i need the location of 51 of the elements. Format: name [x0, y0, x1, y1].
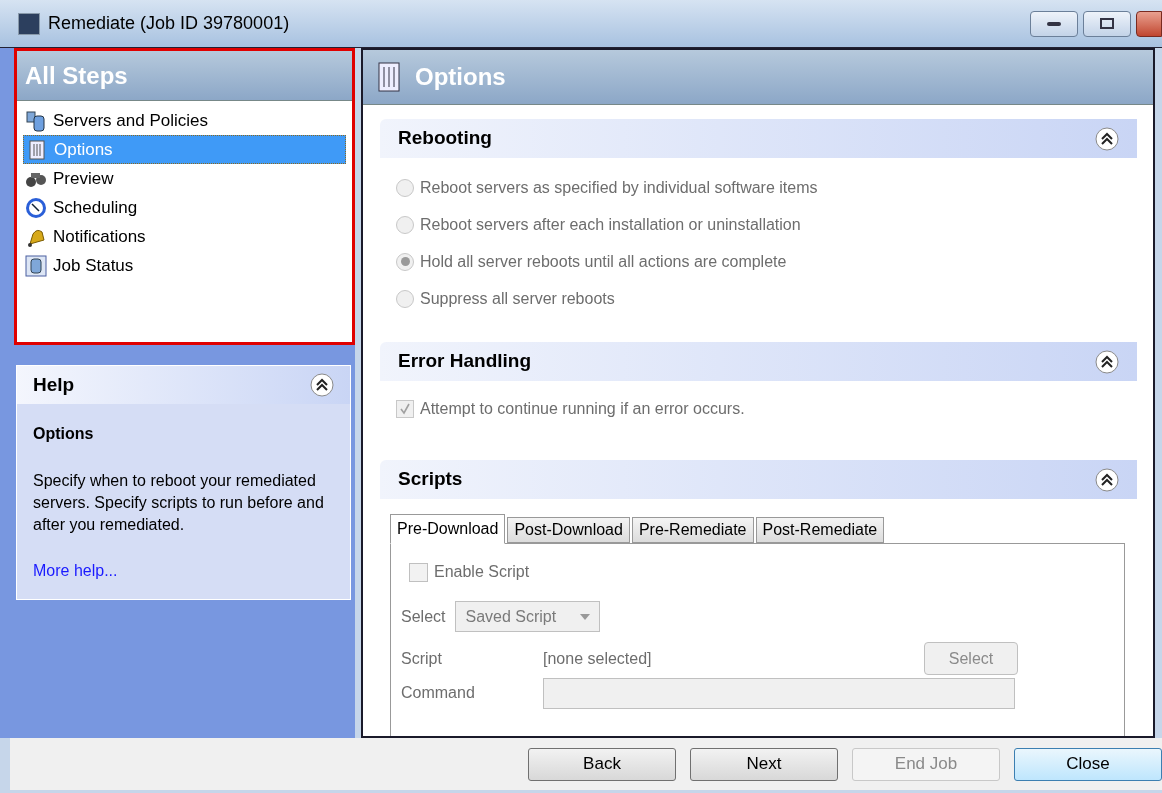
section-title: Rebooting: [398, 126, 492, 151]
checkbox-label: Enable Script: [434, 562, 530, 582]
collapse-icon[interactable]: [310, 373, 334, 397]
command-field[interactable]: [543, 677, 1015, 709]
script-tab[interactable]: Pre-Download: [390, 514, 506, 544]
step-item[interactable]: Notifications: [23, 222, 346, 251]
window-title: Remediate (Job ID 39780001): [48, 12, 290, 35]
collapse-icon[interactable]: [1095, 349, 1119, 374]
script-tab[interactable]: Pre-Remediate: [631, 517, 754, 543]
radio-label: Reboot servers as specified by individual software items: [420, 177, 818, 198]
server-icon: [25, 254, 47, 277]
app-icon: [18, 12, 40, 35]
sliders-icon: [26, 138, 48, 161]
help-heading: Options: [33, 424, 95, 444]
script-tab[interactable]: Post-Download: [507, 517, 630, 543]
script-tab[interactable]: Post-Remediate: [755, 517, 885, 543]
footer-button[interactable]: Next: [690, 747, 838, 781]
maximize-button[interactable]: [1083, 10, 1131, 37]
step-item[interactable]: Preview: [23, 164, 346, 193]
minimize-icon: [1047, 21, 1061, 26]
clock-icon: [25, 196, 47, 219]
script-label: Script: [401, 648, 443, 669]
command-label: Command: [401, 683, 476, 703]
script-dropdown[interactable]: Saved Script: [455, 601, 601, 632]
close-window-button[interactable]: [1136, 10, 1162, 37]
section-title: Scripts: [398, 467, 463, 492]
radio-label: Hold all server reboots until all actions are complete: [420, 251, 787, 272]
step-item[interactable]: Servers and Policies: [23, 106, 346, 135]
server-icon: [25, 109, 47, 132]
help-text: Specify when to reboot your remediated servers. Specify scripts to run before and after you remediated.: [33, 471, 325, 535]
radio-label: Suppress all server reboots: [420, 288, 615, 309]
step-item[interactable]: Scheduling: [23, 193, 346, 222]
checkbox-label: Attempt to continue running if an error occurs.: [420, 398, 745, 419]
more-help-link[interactable]: More help...: [33, 559, 118, 583]
collapse-icon[interactable]: [1095, 467, 1119, 492]
options-title: Options: [415, 62, 506, 92]
checkbox[interactable]: [409, 562, 428, 582]
steps-title: All Steps: [25, 60, 128, 91]
minimize-button[interactable]: [1030, 10, 1078, 37]
footer-button[interactable]: Close: [1014, 747, 1162, 781]
footer-button[interactable]: Back: [528, 747, 676, 781]
help-title: Help: [33, 372, 75, 397]
checkmark-icon: [399, 402, 411, 415]
restore-icon: [1100, 18, 1114, 29]
script-value: [none selected]: [543, 648, 653, 669]
radio-label: Reboot servers after each installation or uninstallation: [420, 214, 801, 235]
select-label: Select: [401, 606, 446, 627]
section-title: Error Handling: [398, 349, 531, 374]
sliders-icon: [377, 61, 401, 93]
step-item[interactable]: Job Status: [23, 251, 346, 280]
dropdown-arrow-icon: [580, 613, 591, 620]
